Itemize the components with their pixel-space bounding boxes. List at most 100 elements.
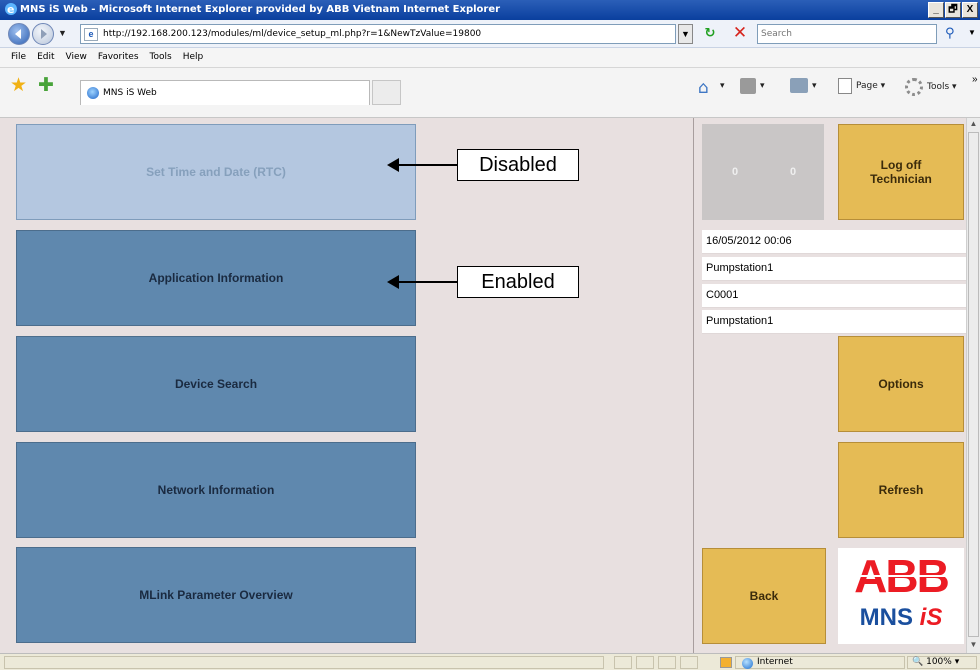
scroll-thumb[interactable] xyxy=(968,132,979,637)
ie-tab-icon xyxy=(87,87,99,99)
search-input[interactable] xyxy=(761,27,933,41)
back-arrow-icon xyxy=(15,29,21,39)
abb-mns-is-logo: ABB MNS iS xyxy=(838,548,964,644)
scroll-down-icon[interactable]: ▼ xyxy=(968,640,979,652)
mns-text: MNS xyxy=(859,604,913,631)
options-label: Options xyxy=(878,377,924,391)
zoom-control[interactable]: 🔍 100% ▾ xyxy=(907,656,977,669)
address-toolbar: ▼ e ▼ ↻ ✕ ⚲ ▼ xyxy=(0,20,980,48)
menu-view[interactable]: View xyxy=(61,48,93,67)
search-icon[interactable]: ⚲ xyxy=(945,25,965,43)
network-information-label: Network Information xyxy=(157,483,275,497)
menu-bar: File Edit View Favorites Tools Help xyxy=(0,48,980,68)
svg-text:e: e xyxy=(7,3,14,16)
back-button[interactable] xyxy=(8,23,30,45)
new-tab-button[interactable] xyxy=(372,80,401,105)
menu-edit[interactable]: Edit xyxy=(32,48,60,67)
set-time-date-label: Set Time and Date (RTC) xyxy=(146,165,286,179)
back-label: Back xyxy=(749,589,779,603)
status-cell xyxy=(614,656,632,669)
page-menu-label: Page ▾ xyxy=(856,81,886,91)
security-zone[interactable]: Internet xyxy=(720,656,905,669)
page-menu-button[interactable]: Page ▾ xyxy=(838,78,885,94)
zone-label: Internet xyxy=(757,657,793,667)
close-button[interactable]: X xyxy=(962,2,978,18)
tools-menu-label: Tools ▾ xyxy=(927,82,957,92)
abb-logo-text: ABB xyxy=(838,548,964,604)
tools-menu-button[interactable]: Tools ▾ xyxy=(905,78,957,96)
minimize-button[interactable]: _ xyxy=(928,2,944,18)
device-search-button[interactable]: Device Search xyxy=(16,336,416,432)
enabled-callout-arrow xyxy=(387,275,457,289)
refresh-button[interactable]: Refresh xyxy=(838,442,964,538)
logoff-button[interactable]: Log off Technician xyxy=(838,124,964,220)
window-title: MNS iS Web - Microsoft Internet Explorer… xyxy=(20,4,501,15)
search-options-caret-icon[interactable]: ▼ xyxy=(968,28,976,37)
gear-icon xyxy=(905,78,923,96)
options-button[interactable]: Options xyxy=(838,336,964,432)
logoff-label: Log off Technician xyxy=(870,158,932,186)
status-sidebar: 0 0 Log off Technician 16/05/2012 00:06 … xyxy=(700,118,966,653)
vertical-scrollbar[interactable]: ▲ ▼ xyxy=(966,118,980,653)
mlink-parameter-overview-label: MLink Parameter Overview xyxy=(139,588,293,602)
restore-button[interactable]: 🗗 xyxy=(945,2,961,18)
favorites-star-icon[interactable]: ★ xyxy=(10,74,27,97)
is-text: iS xyxy=(919,604,943,631)
status-bar: Internet 🔍 100% ▾ xyxy=(0,653,980,670)
counter-display: 0 0 xyxy=(702,124,824,220)
recent-pages-caret-icon[interactable]: ▼ xyxy=(58,28,67,38)
search-field[interactable] xyxy=(757,24,937,44)
scroll-up-icon[interactable]: ▲ xyxy=(968,119,979,131)
tab-mns-is-web[interactable]: MNS iS Web xyxy=(80,80,370,105)
disabled-callout-arrow xyxy=(387,158,457,172)
set-time-date-button: Set Time and Date (RTC) xyxy=(16,124,416,220)
stop-icon[interactable]: ✕ xyxy=(730,24,750,44)
menu-file[interactable]: File xyxy=(6,48,32,67)
mns-is-logo-text: MNS iS xyxy=(838,604,964,632)
device-search-label: Device Search xyxy=(174,377,258,391)
printer-icon xyxy=(790,78,808,93)
add-favorite-icon[interactable]: ✚ xyxy=(38,74,54,97)
globe-icon xyxy=(742,658,753,669)
page-icon xyxy=(838,78,852,94)
url-input[interactable] xyxy=(103,27,673,41)
protected-mode-icon xyxy=(720,657,732,668)
ie-app-icon: e xyxy=(5,3,17,16)
refresh-icon[interactable]: ↻ xyxy=(700,25,720,43)
menu-help[interactable]: Help xyxy=(178,48,210,67)
menu-favorites[interactable]: Favorites xyxy=(93,48,145,67)
application-information-button[interactable]: Application Information xyxy=(16,230,416,326)
station-name-value: Pumpstation1 xyxy=(702,257,966,281)
home-icon: ⌂ xyxy=(698,78,709,98)
home-button[interactable]: ⌂ ▾ xyxy=(698,78,725,98)
favorites-tab-bar: ★ ✚ MNS iS Web ⌂ ▾ ▾ ▾ Page ▾ Tools ▾ » xyxy=(0,68,980,118)
print-button[interactable]: ▾ xyxy=(790,78,817,93)
back-nav-button[interactable]: Back xyxy=(702,548,826,644)
address-field[interactable]: e xyxy=(80,24,676,44)
feeds-button[interactable]: ▾ xyxy=(740,78,765,94)
mlink-parameter-overview-button[interactable]: MLink Parameter Overview xyxy=(16,547,416,643)
forward-arrow-icon xyxy=(41,29,47,39)
tab-label: MNS iS Web xyxy=(103,88,157,98)
network-information-button[interactable]: Network Information xyxy=(16,442,416,538)
zoom-label: 100% xyxy=(926,657,952,667)
refresh-label: Refresh xyxy=(878,483,924,497)
status-text-area xyxy=(4,656,604,669)
counter-right: 0 xyxy=(790,166,797,178)
status-cell xyxy=(680,656,698,669)
date-time-value: 16/05/2012 00:06 xyxy=(702,230,966,254)
counter-left: 0 xyxy=(732,166,739,178)
application-information-label: Application Information xyxy=(148,271,284,285)
rss-icon xyxy=(740,78,756,94)
page-favicon-icon: e xyxy=(84,28,98,41)
menu-tools[interactable]: Tools xyxy=(145,48,178,67)
status-cell xyxy=(658,656,676,669)
address-dropdown-button[interactable]: ▼ xyxy=(678,24,693,44)
device-id-value: C0001 xyxy=(702,284,966,308)
more-chevron-icon[interactable]: » xyxy=(972,74,978,85)
forward-button[interactable] xyxy=(32,23,54,45)
window-titlebar: e MNS iS Web - Microsoft Internet Explor… xyxy=(0,0,980,20)
window-controls: _ 🗗 X xyxy=(928,2,978,18)
location-value: Pumpstation1 xyxy=(702,310,966,334)
status-cell xyxy=(636,656,654,669)
